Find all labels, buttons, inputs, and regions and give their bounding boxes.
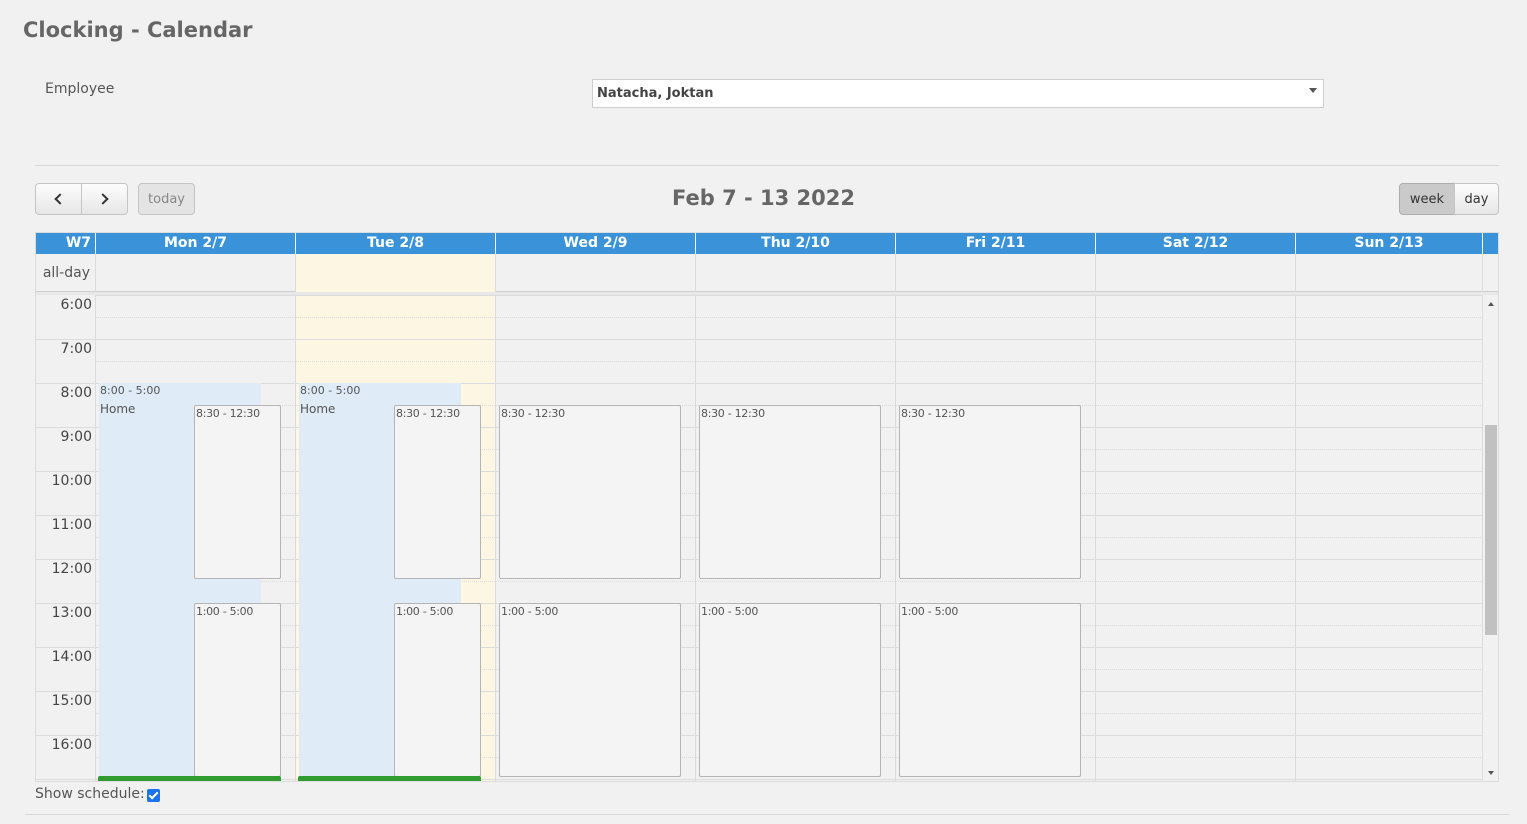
event-time: 8:30 - 12:30	[701, 407, 765, 420]
all-day-label: all-day	[36, 254, 96, 292]
time-label: 16:00	[51, 737, 92, 753]
all-day-cell[interactable]	[696, 254, 896, 292]
time-grid: 6:00 7:00 8:00 9:00 10:00 11:00 12:00 13:00 14:0…	[36, 295, 1498, 781]
all-day-cell[interactable]	[1296, 254, 1483, 292]
page-title: Clocking - Calendar	[23, 18, 253, 42]
time-label: 13:00	[51, 605, 92, 621]
clocked-indicator	[298, 776, 481, 781]
event-time: 8:30 - 12:30	[501, 407, 565, 420]
time-label: 6:00	[60, 297, 92, 313]
time-label: 14:00	[51, 649, 92, 665]
all-day-row: all-day	[36, 254, 1498, 292]
time-label: 7:00	[60, 341, 92, 357]
employee-select-value: Natacha, Joktan	[597, 86, 714, 101]
day-header: Mon 2/7	[96, 233, 296, 254]
clocking-event[interactable]: 1:00 - 5:00	[699, 603, 881, 777]
time-label: 15:00	[51, 693, 92, 709]
event-time: 8:30 - 12:30	[901, 407, 965, 420]
event-time: 1:00 - 5:00	[701, 605, 759, 618]
scroll-up-icon[interactable]	[1488, 302, 1494, 306]
clocking-event[interactable]: 8:30 - 12:30	[699, 405, 881, 579]
event-time: 8:30 - 12:30	[396, 407, 460, 420]
hour-gridline	[96, 295, 1483, 296]
day-header: Sat 2/12	[1096, 233, 1296, 254]
divider	[25, 814, 1509, 815]
schedule-block-lower	[299, 581, 394, 779]
show-schedule-label: Show schedule:	[35, 786, 145, 802]
event-time: 1:00 - 5:00	[501, 605, 559, 618]
all-day-cell[interactable]	[96, 254, 296, 292]
all-day-cell[interactable]	[496, 254, 696, 292]
all-day-cell[interactable]	[296, 254, 496, 292]
day-column[interactable]	[1296, 295, 1483, 781]
calendar: W7 Mon 2/7 Tue 2/8 Wed 2/9 Thu 2/10 Fri 2/11…	[35, 232, 1499, 782]
divider	[35, 165, 1499, 166]
day-header: Thu 2/10	[696, 233, 896, 254]
date-range-title: Feb 7 - 13 2022	[671, 186, 855, 210]
clocking-event[interactable]: 8:30 - 12:30	[499, 405, 681, 579]
half-hour-gridline	[96, 361, 1483, 362]
scrollbar[interactable]	[1483, 295, 1498, 781]
time-label: 11:00	[51, 517, 92, 533]
half-hour-gridline	[96, 317, 1483, 318]
day-header: Tue 2/8	[296, 233, 496, 254]
all-day-cell[interactable]	[896, 254, 1096, 292]
clocking-event[interactable]: 1:00 - 5:00	[899, 603, 1081, 777]
employee-label: Employee	[45, 81, 115, 97]
week-number: W7	[36, 233, 96, 254]
clocking-event[interactable]: 8:30 - 12:30	[899, 405, 1081, 579]
page: Clocking - Calendar Employee Natacha, Jo…	[0, 0, 1527, 824]
calendar-header: W7 Mon 2/7 Tue 2/8 Wed 2/9 Thu 2/10 Fri 2/11…	[36, 233, 1498, 254]
schedule-location: Home	[300, 402, 336, 416]
hour-gridline	[36, 339, 1483, 340]
scroll-down-icon[interactable]	[1488, 771, 1494, 775]
week-view-button[interactable]: week	[1399, 183, 1455, 215]
all-day-cell[interactable]	[1096, 254, 1296, 292]
time-label: 12:00	[51, 561, 92, 577]
clocked-indicator	[98, 776, 281, 781]
time-label: 8:00	[60, 385, 92, 401]
day-header: Wed 2/9	[496, 233, 696, 254]
schedule-block-lower	[99, 581, 194, 779]
schedule-time: 8:00 - 5:00	[300, 384, 361, 397]
scrollbar-thumb[interactable]	[1485, 425, 1497, 635]
chevron-down-icon	[1309, 88, 1317, 93]
event-time: 1:00 - 5:00	[901, 605, 959, 618]
employee-select[interactable]: Natacha, Joktan	[592, 79, 1324, 108]
day-header: Fri 2/11	[896, 233, 1096, 254]
day-view-button[interactable]: day	[1454, 183, 1499, 215]
schedule-location: Home	[100, 402, 136, 416]
clocking-event[interactable]: 1:00 - 5:00	[394, 603, 481, 777]
clocking-event[interactable]: 1:00 - 5:00	[194, 603, 281, 777]
clocking-event[interactable]: 8:30 - 12:30	[394, 405, 481, 579]
event-time: 8:30 - 12:30	[196, 407, 260, 420]
clocking-event[interactable]: 8:30 - 12:30	[194, 405, 281, 579]
clocking-event[interactable]: 1:00 - 5:00	[499, 603, 681, 777]
time-label: 10:00	[51, 473, 92, 489]
event-time: 1:00 - 5:00	[196, 605, 254, 618]
day-header: Sun 2/13	[1296, 233, 1483, 254]
event-time: 1:00 - 5:00	[396, 605, 454, 618]
day-column[interactable]	[1096, 295, 1296, 781]
schedule-time: 8:00 - 5:00	[100, 384, 161, 397]
show-schedule-checkbox[interactable]	[147, 789, 160, 802]
time-label: 9:00	[60, 429, 92, 445]
